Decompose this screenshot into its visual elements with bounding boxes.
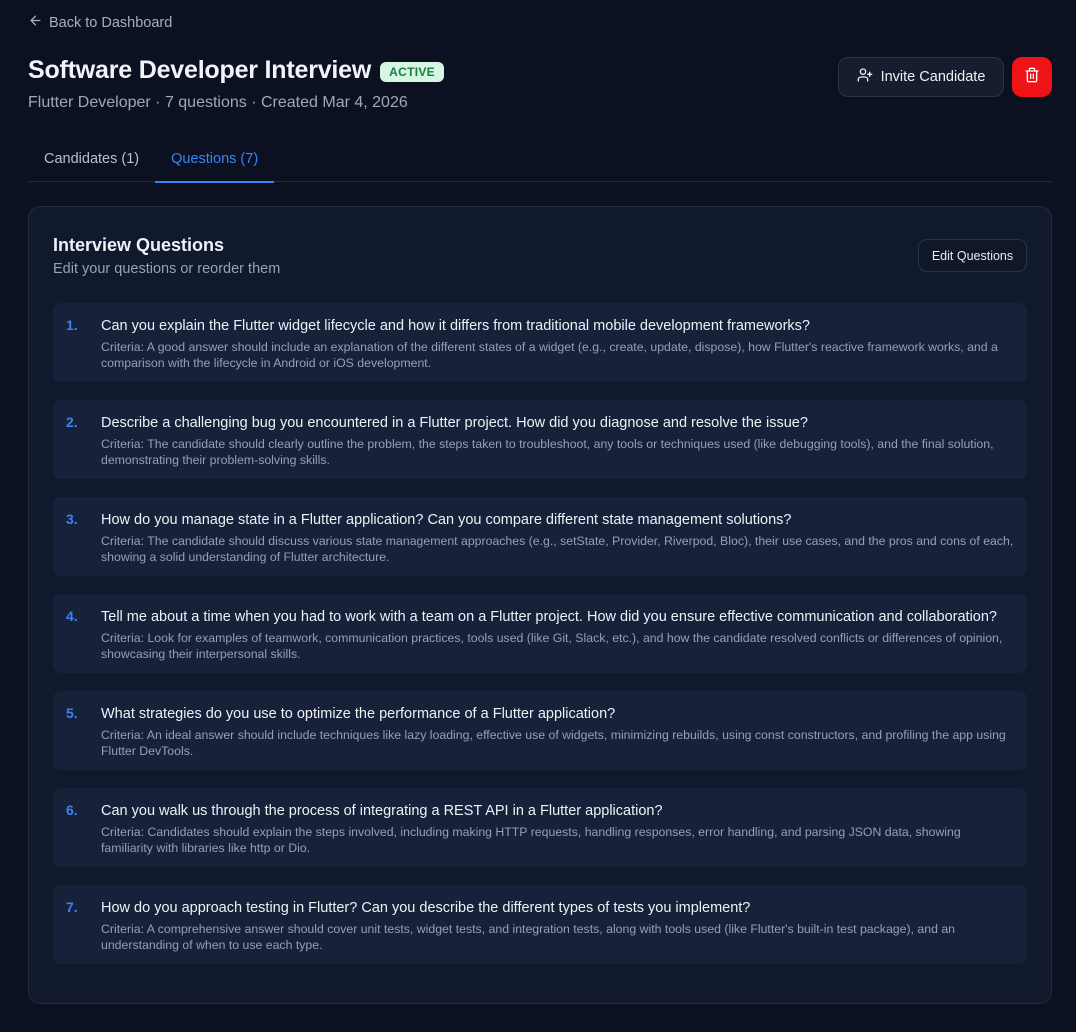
back-to-dashboard-link[interactable]: Back to Dashboard xyxy=(28,13,172,32)
question-number: 7. xyxy=(66,899,78,915)
question-criteria: Criteria: An ideal answer should include… xyxy=(101,728,1006,758)
interview-meta: Flutter Developer · 7 questions · Create… xyxy=(28,94,408,112)
question-number: 5. xyxy=(66,705,78,721)
question-card: 1. Can you explain the Flutter widget li… xyxy=(53,303,1027,382)
page-title: Software Developer Interview xyxy=(28,56,372,84)
question-text: Describe a challenging bug you encounter… xyxy=(101,415,808,431)
question-card: 7. How do you approach testing in Flutte… xyxy=(53,885,1027,964)
invite-candidate-label: Invite Candidate xyxy=(880,69,986,85)
panel-title: Interview Questions xyxy=(53,235,225,255)
question-card: 4. Tell me about a time when you had to … xyxy=(53,594,1027,673)
question-number: 6. xyxy=(66,802,78,818)
tab-bar: Candidates (1) Questions (7) xyxy=(28,140,1052,183)
question-criteria: Criteria: The candidate should clearly o… xyxy=(101,437,994,467)
status-badge: ACTIVE xyxy=(380,61,444,82)
question-card: 2. Describe a challenging bug you encoun… xyxy=(53,400,1027,479)
question-text: Can you explain the Flutter widget lifec… xyxy=(101,318,810,334)
meta-separator: · xyxy=(150,94,165,111)
questions-panel: Interview Questions Edit your questions … xyxy=(28,206,1052,1004)
arrow-left-icon xyxy=(28,13,43,32)
meta-separator: · xyxy=(246,94,261,111)
question-text: Can you walk us through the process of i… xyxy=(101,803,663,819)
question-criteria: Criteria: Candidates should explain the … xyxy=(101,825,961,855)
trash-icon xyxy=(1024,67,1040,88)
question-number: 3. xyxy=(66,511,78,527)
question-text: How do you approach testing in Flutter? … xyxy=(101,900,751,916)
question-list: 1. Can you explain the Flutter widget li… xyxy=(53,303,1027,982)
question-criteria: Criteria: Look for examples of teamwork,… xyxy=(101,631,1003,661)
question-number: 2. xyxy=(66,414,78,430)
question-text: Tell me about a time when you had to wor… xyxy=(101,609,997,625)
title-row: Software Developer Interview ACTIVE xyxy=(28,56,444,85)
question-criteria: Criteria: A comprehensive answer should … xyxy=(101,922,956,952)
question-count-text: 7 questions xyxy=(164,94,247,111)
user-plus-icon xyxy=(857,67,873,87)
question-number: 1. xyxy=(66,317,78,333)
tab-candidates[interactable]: Candidates (1) xyxy=(28,140,155,182)
panel-description: Edit your questions or reorder them xyxy=(53,261,281,277)
question-card: 3. How do you manage state in a Flutter … xyxy=(53,497,1027,576)
question-text: How do you manage state in a Flutter app… xyxy=(101,512,792,528)
tab-questions[interactable]: Questions (7) xyxy=(155,140,275,183)
edit-questions-button[interactable]: Edit Questions xyxy=(918,239,1027,272)
question-card: 6. Can you walk us through the process o… xyxy=(53,788,1027,867)
question-criteria: Criteria: The candidate should discuss v… xyxy=(101,534,1014,564)
delete-interview-button[interactable] xyxy=(1012,57,1052,97)
back-link-label: Back to Dashboard xyxy=(49,14,173,31)
question-number: 4. xyxy=(66,608,78,624)
question-card: 5. What strategies do you use to optimiz… xyxy=(53,691,1027,770)
role-text: Flutter Developer xyxy=(28,94,151,111)
invite-candidate-button[interactable]: Invite Candidate xyxy=(838,57,1004,97)
created-date-text: Created Mar 4, 2026 xyxy=(261,94,408,111)
question-text: What strategies do you use to optimize t… xyxy=(101,706,616,722)
question-criteria: Criteria: A good answer should include a… xyxy=(101,340,998,370)
